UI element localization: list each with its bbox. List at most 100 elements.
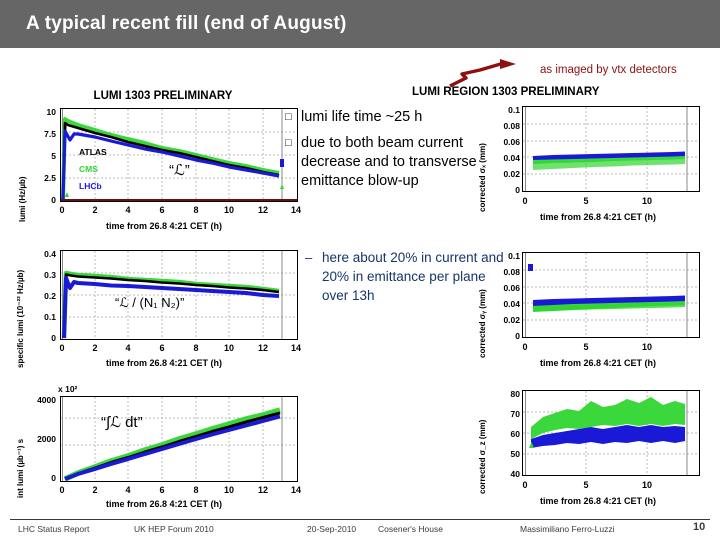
- footer-page-number: 10: [693, 521, 706, 533]
- chart-lumi-annotation: “ℒ”: [169, 162, 190, 179]
- callout-label: as imaged by vtx detectors: [540, 64, 677, 76]
- xtick: 4: [125, 485, 131, 495]
- legend-atlas: ATLAS: [79, 147, 107, 157]
- xtick: 10: [223, 205, 235, 215]
- xtick: 10: [223, 485, 235, 495]
- xtick: 0: [59, 343, 65, 353]
- ytick: 50: [510, 449, 520, 459]
- chart-specific-lumi-annotation: “ℒ / (N₁ N₂)”: [115, 295, 185, 310]
- xtick: 14: [290, 205, 302, 215]
- chart-lumi-title: LUMI 1303 PRELIMINARY: [93, 90, 233, 102]
- chart-sigma-x-plot: [522, 106, 700, 192]
- legend-cms: CMS: [79, 164, 98, 174]
- ytick: 0.1: [508, 251, 520, 261]
- chart-specific-lumi-ylabel: specific lumi (10⁻²² Hz/µb): [16, 269, 25, 368]
- xtick: 4: [125, 205, 131, 215]
- ytick: 0.02: [503, 315, 520, 325]
- footer-left: LHC Status Report: [18, 524, 90, 534]
- ytick: 0: [515, 185, 520, 195]
- xtick: 14: [290, 485, 302, 495]
- xtick: 0: [522, 196, 528, 206]
- ytick: 0.06: [503, 283, 520, 293]
- xtick: 6: [159, 485, 165, 495]
- chart-sigma-x-title: LUMI REGION 1303 PRELIMINARY: [412, 86, 600, 98]
- ytick: 0.06: [503, 137, 520, 147]
- footer-venue: Cosener's House: [378, 524, 443, 534]
- chart-int-lumi-annotation: “∫ℒ dt”: [101, 414, 143, 431]
- chart-sigma-y: corrected σᵧ (mm) 0 0.02 0.04 0.06 0.08 …: [412, 238, 718, 376]
- xtick: 10: [223, 343, 235, 353]
- slide: A typical recent fill (end of August) as…: [0, 0, 720, 540]
- page-title: A typical recent fill (end of August): [26, 13, 347, 34]
- ytick: 0.1: [508, 105, 520, 115]
- ytick: 0: [51, 333, 56, 343]
- xtick: 0: [522, 480, 528, 490]
- xtick: 0: [522, 342, 528, 352]
- ytick: 60: [510, 429, 520, 439]
- xtick: 5: [583, 342, 589, 352]
- chart-lumi-plot: ATLAS CMS LHCb “ℒ”: [60, 108, 298, 202]
- ytick: 0.04: [503, 299, 520, 309]
- square-bullet-icon: □: [285, 111, 292, 123]
- xtick: 6: [159, 343, 165, 353]
- xtick: 2: [92, 485, 98, 495]
- ytick: 0.02: [503, 169, 520, 179]
- xtick: 10: [641, 196, 653, 206]
- chart-sigma-z-xlabel: time from 26.8 4:21 CET (h): [539, 496, 657, 506]
- chart-int-lumi-plot: “∫ℒ dt”: [60, 396, 298, 482]
- xtick: 2: [92, 205, 98, 215]
- bullet-text: lumi life time ~25 h: [301, 109, 423, 125]
- xtick: 6: [159, 205, 165, 215]
- chart-int-lumi-ylabel: int lumi (µb⁻¹) s: [16, 438, 25, 498]
- chart-specific-lumi: specific lumi (10⁻²² Hz/µb) 0 0.1 0.2 0.…: [10, 240, 310, 375]
- footer-event: UK HEP Forum 2010: [134, 524, 214, 534]
- dash-bullet-icon: –: [305, 250, 313, 265]
- ytick: 10: [46, 107, 56, 117]
- chart-sigma-y-plot: [522, 252, 700, 338]
- xtick: 2: [92, 343, 98, 353]
- footer-divider: [10, 519, 710, 520]
- ytick: 5: [51, 151, 56, 161]
- ytick: 0.4: [44, 249, 56, 259]
- chart-specific-lumi-xlabel: time from 26.8 4:21 CET (h): [105, 358, 223, 368]
- xtick: 4: [125, 343, 131, 353]
- chart-lumi: LUMI 1303 PRELIMINARY lumi (Hz/µb) 0 2.5…: [10, 90, 310, 238]
- legend-lhcb: LHCb: [79, 181, 102, 191]
- chart-lumi-ylabel: lumi (Hz/µb): [18, 176, 27, 223]
- chart-lumi-xlabel: time from 26.8 4:21 CET (h): [105, 221, 223, 231]
- ytick: 0.04: [503, 153, 520, 163]
- chart-sigma-y-xlabel: time from 26.8 4:21 CET (h): [539, 358, 657, 368]
- chart-sigma-z-plot: [522, 390, 700, 476]
- square-bullet-icon: □: [285, 137, 292, 149]
- ytick: 0.08: [503, 121, 520, 131]
- ytick: 0: [51, 473, 56, 483]
- ytick: 4000: [37, 395, 56, 405]
- chart-int-lumi-multiplier: x 10²: [58, 384, 78, 394]
- ytick: 40: [510, 469, 520, 479]
- slide-title-bar: A typical recent fill (end of August): [0, 0, 720, 48]
- xtick: 5: [583, 480, 589, 490]
- ytick: 2.5: [44, 173, 56, 183]
- xtick: 5: [583, 196, 589, 206]
- chart-sigma-x: LUMI REGION 1303 PRELIMINARY corrected σ…: [412, 86, 718, 236]
- ytick: 0.1: [44, 312, 56, 322]
- ytick: 70: [510, 409, 520, 419]
- xtick: 8: [193, 485, 199, 495]
- outlier-point: [528, 264, 533, 271]
- ytick: 7.5: [44, 129, 56, 139]
- footer-date: 20-Sep-2010: [307, 524, 357, 534]
- ytick: 2000: [37, 434, 56, 444]
- xtick: 12: [257, 205, 269, 215]
- chart-sigma-x-xlabel: time from 26.8 4:21 CET (h): [539, 212, 657, 222]
- xtick: 12: [257, 343, 269, 353]
- xtick: 8: [193, 343, 199, 353]
- xtick: 10: [641, 480, 653, 490]
- xtick: 14: [290, 343, 302, 353]
- ytick: 0: [51, 195, 56, 205]
- ytick: 80: [510, 389, 520, 399]
- footer-author: Massimiliano Ferro-Luzzi: [520, 524, 615, 534]
- xtick: 0: [59, 485, 65, 495]
- chart-sigma-z: corrected σ_z (mm) 40 50 60 70 80 0 5 10: [412, 376, 718, 514]
- chart-int-lumi: int lumi (µb⁻¹) s x 10² 0 2000 4000 “∫ℒ …: [10, 378, 310, 513]
- ytick: 0: [515, 331, 520, 341]
